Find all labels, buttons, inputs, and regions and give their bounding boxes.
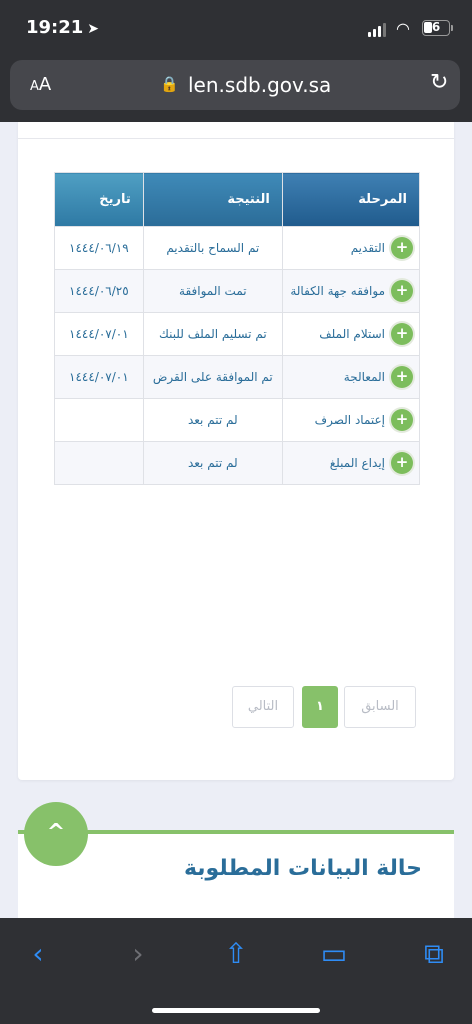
date-cell: ١٤٤٤/٠٦/١٩ <box>54 226 144 270</box>
stage-label: التقديم <box>350 241 385 255</box>
wifi-icon: ◠ <box>396 19 410 38</box>
card-divider <box>18 138 454 139</box>
stage-cell: + إيداع المبلغ <box>281 441 421 485</box>
stages-table: المرحلة النتيجة تاريخ + التقديم تم السماح… <box>54 172 421 485</box>
required-data-title: حالة البيانات المطلوبة <box>183 856 422 881</box>
address-bar[interactable]: AA 🔒 len.sdb.gov.sa ↻ <box>10 60 460 110</box>
expand-plus-icon[interactable]: + <box>391 452 413 474</box>
stage-label: موافقه جهة الكفالة <box>290 284 385 298</box>
stage-label: إعتماد الصرف <box>314 413 385 427</box>
stage-label: استلام الملف <box>319 327 385 341</box>
header-date: تاريخ <box>54 172 144 227</box>
result-cell: تمت الموافقة <box>142 269 283 313</box>
stage-label: إيداع المبلغ <box>329 456 385 470</box>
share-icon: ⇧ <box>224 937 248 970</box>
stage-cell: + إعتماد الصرف <box>281 398 421 442</box>
share-button[interactable]: ⇧ <box>216 934 256 974</box>
battery-icon: 6 <box>422 20 453 36</box>
table-row: + إعتماد الصرف لم تتم بعد <box>54 398 421 442</box>
expand-plus-icon[interactable]: + <box>391 323 413 345</box>
expand-plus-icon[interactable]: + <box>391 280 413 302</box>
book-icon: ▭ <box>320 937 348 970</box>
result-cell: تم الموافقة على القرض <box>142 355 283 399</box>
back-button[interactable]: ‹ <box>18 934 58 974</box>
time-text: 19:21 <box>26 17 84 38</box>
date-cell: ١٤٤٤/٠٧/٠١ <box>54 355 144 399</box>
date-cell <box>54 441 144 485</box>
date-cell: ١٤٤٤/٠٧/٠١ <box>54 312 144 356</box>
bookmarks-button[interactable]: ▭ <box>314 934 354 974</box>
home-indicator <box>152 1008 320 1013</box>
browser-chrome: 19:21 ➤ ◠ 6 AA 🔒 len.sdb.gov.sa ↻ <box>0 0 472 122</box>
forward-button[interactable]: › <box>118 934 158 974</box>
cellular-signal-icon <box>368 23 388 37</box>
result-cell: لم تتم بعد <box>142 441 283 485</box>
stage-cell: + موافقه جهة الكفالة <box>281 269 421 313</box>
header-result: النتيجة <box>142 172 283 227</box>
stages-card: المرحلة النتيجة تاريخ + التقديم تم السماح… <box>18 122 454 780</box>
date-cell: ١٤٤٤/٠٦/٢٥ <box>54 269 144 313</box>
forward-chevron-icon: › <box>132 937 144 970</box>
stage-cell: + استلام الملف <box>281 312 421 356</box>
table-row: + استلام الملف تم تسليم الملف للبنك ١٤٤٤/… <box>54 312 421 356</box>
table-row: + إيداع المبلغ لم تتم بعد <box>54 441 421 485</box>
expand-plus-icon[interactable]: + <box>391 237 413 259</box>
back-chevron-icon: ‹ <box>32 937 44 970</box>
lock-icon: 🔒 <box>160 75 179 93</box>
next-page-button[interactable]: التالي <box>232 686 294 728</box>
result-cell: لم تتم بعد <box>142 398 283 442</box>
header-stage: المرحلة <box>281 172 421 227</box>
table-row: + التقديم تم السماح بالتقديم ١٤٤٤/٠٦/١٩ <box>54 226 421 270</box>
battery-level: 6 <box>431 20 441 34</box>
previous-page-button[interactable]: السابق <box>344 686 416 728</box>
result-cell: تم تسليم الملف للبنك <box>142 312 283 356</box>
expand-plus-icon[interactable]: + <box>391 366 413 388</box>
current-page-button[interactable]: ١ <box>302 686 338 728</box>
scroll-to-top-button[interactable]: ^ <box>24 802 88 866</box>
reload-icon[interactable]: ↻ <box>430 70 448 95</box>
table-row: + المعالجة تم الموافقة على القرض ١٤٤٤/٠٧/… <box>54 355 421 399</box>
browser-toolbar: ‹ › ⇧ ▭ ⧉ <box>0 918 472 1024</box>
stage-cell: + التقديم <box>281 226 421 270</box>
chevron-up-icon: ^ <box>46 820 66 845</box>
table-header-row: المرحلة النتيجة تاريخ <box>54 172 421 227</box>
result-cell: تم السماح بالتقديم <box>142 226 283 270</box>
table-row: + موافقه جهة الكفالة تمت الموافقة ١٤٤٤/٠٦… <box>54 269 421 313</box>
expand-plus-icon[interactable]: + <box>391 409 413 431</box>
tabs-icon: ⧉ <box>424 937 444 970</box>
date-cell <box>54 398 144 442</box>
stage-cell: + المعالجة <box>281 355 421 399</box>
status-time: 19:21 ➤ <box>26 17 99 38</box>
reader-options-button[interactable]: AA <box>30 74 51 95</box>
location-arrow-icon: ➤ <box>87 21 100 37</box>
stage-label: المعالجة <box>343 370 385 384</box>
tabs-button[interactable]: ⧉ <box>414 934 454 974</box>
url-text[interactable]: len.sdb.gov.sa <box>188 73 331 97</box>
